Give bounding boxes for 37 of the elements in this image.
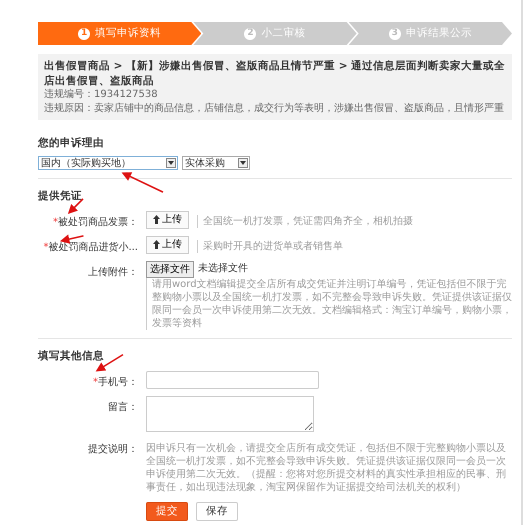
required-mark: *: [93, 376, 98, 388]
save-button[interactable]: 保存: [196, 502, 238, 522]
required-mark: *: [43, 242, 48, 253]
info-line: 违规原因：卖家店铺中的商品信息，店铺信息，成交行为等表明，涉嫌出售假冒、盗版商品，且情形严重: [44, 102, 505, 116]
upload-button[interactable]: 上传: [146, 236, 189, 254]
section-title: 填写其他信息: [38, 348, 104, 364]
step-number: 3: [388, 28, 401, 40]
note-text: 因申诉只有一次机会，请提交全店所有成交凭证，包括但不限于完整购物小票以及全国统一机打发票，如不完整会导致申诉失败。凭证提供该证据仅限同一会员一次申诉使用第二次无效。（提醒：您将对您所提交材料的真实性承担相应的民事、刑事责任，如出现违法现象，淘宝网保留作为证据提交给司法机关的权利）: [146, 442, 507, 494]
dropdown-caret-icon: [240, 161, 246, 166]
message-textarea[interactable]: [146, 396, 314, 432]
info-line: 违规编号：1934127538: [44, 88, 159, 102]
step-number: 1: [78, 28, 90, 40]
annotation-arrow: [122, 172, 164, 193]
field-label: 上传附件：: [88, 266, 138, 278]
hint-text: 采购时开具的进货单或者销售单: [197, 240, 343, 253]
upload-icon: [153, 215, 160, 224]
upload-button[interactable]: 上传: [146, 210, 189, 229]
file-status: 未选择文件: [198, 262, 248, 276]
field-label: 手机号：: [98, 376, 138, 388]
phone-input[interactable]: [146, 370, 319, 389]
required-mark: *: [53, 216, 58, 228]
upload-icon: [153, 240, 160, 250]
step-number: 2: [244, 28, 256, 40]
dropdown[interactable]: 实体采购: [182, 156, 250, 170]
dropdown-caret-icon: [168, 161, 174, 166]
field-label: 被处罚商品发票：: [58, 216, 138, 228]
field-label: 提交说明：: [88, 444, 138, 455]
section-title: 提供凭证: [38, 189, 82, 204]
choose-file-button[interactable]: 选择文件: [146, 260, 194, 278]
breadcrumb-path: 出售假冒商品 > 【新】涉嫌出售假冒、盗版商品且情节严重 > 通过信息层面判断卖家大量或全店出售假冒、盗版商品: [44, 59, 506, 88]
section-title: 您的申诉理由: [38, 136, 104, 152]
field-label: 被处罚商品进货小...: [48, 242, 138, 253]
hint-text: 请用word文档编辑提交全店所有成交凭证并注明订单编号，凭证包括但不限于完整购物小票以及全国统一机打发票，如不完整会导致申诉失败。凭证提供该证据仅限同一会员一次申诉使用第二次无效。文档编辑格式：淘宝订单编号，购物小票，发票等资料: [146, 278, 512, 330]
field-label: 留言：: [108, 402, 138, 413]
hint-text: 全国统一机打发票，凭证需四角齐全，相机拍摄: [197, 214, 413, 228]
dropdown[interactable]: 国内（实际购买地）: [38, 156, 178, 170]
step-label: 填写申诉资料: [95, 26, 162, 41]
